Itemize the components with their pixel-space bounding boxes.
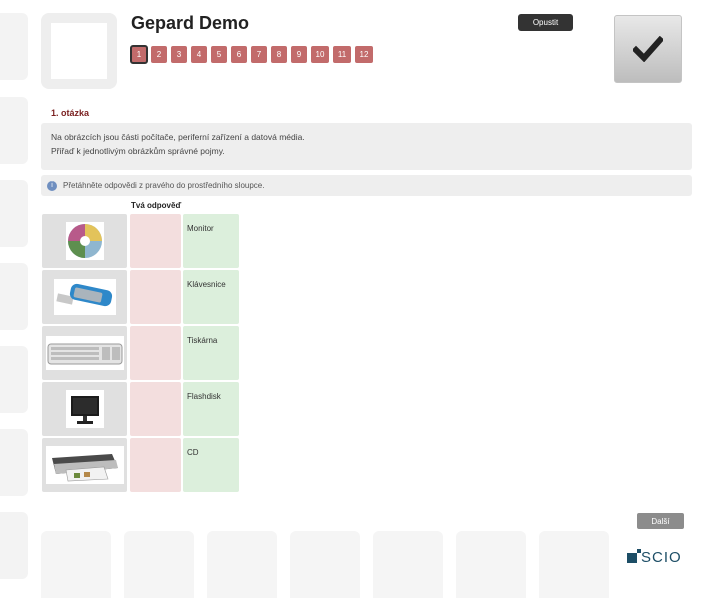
question-button-10[interactable]: 10: [311, 46, 329, 63]
answer-tile[interactable]: CD: [183, 438, 239, 492]
image-cell: [42, 382, 127, 436]
question-button-9[interactable]: 9: [291, 46, 307, 63]
question-button-8[interactable]: 8: [271, 46, 287, 63]
side-tile: [0, 97, 28, 164]
keyboard-image: [46, 336, 124, 370]
drop-zone[interactable]: [130, 270, 181, 324]
submit-check-button[interactable]: [614, 15, 682, 83]
cd-disc-image: [66, 222, 104, 260]
answer-tile[interactable]: Monitor: [183, 214, 239, 268]
question-text: Na obrázcích jsou části počítače, perife…: [41, 123, 692, 170]
question-button-7[interactable]: 7: [251, 46, 267, 63]
image-cell: [42, 326, 127, 380]
side-tile: [0, 263, 28, 330]
question-button-5[interactable]: 5: [211, 46, 227, 63]
drop-zone[interactable]: [130, 438, 181, 492]
brand-name: SCIO: [641, 549, 682, 566]
question-button-6[interactable]: 6: [231, 46, 247, 63]
drop-zone[interactable]: [130, 326, 181, 380]
flashdisk-image: [54, 279, 116, 315]
bottom-tile: [539, 531, 609, 598]
question-button-11[interactable]: 11: [333, 46, 351, 63]
bottom-tile: [124, 531, 194, 598]
drop-zone[interactable]: [130, 382, 181, 436]
image-cell: [42, 438, 127, 492]
question-text-line: Přiřaď k jednotlivým obrázkům správné po…: [51, 146, 225, 156]
side-tile: [0, 346, 28, 413]
bottom-tile: [456, 531, 526, 598]
image-cell: [42, 214, 127, 268]
scio-mark-icon: [627, 548, 641, 563]
answer-column-header: Tvá odpověď: [131, 201, 182, 210]
question-button-4[interactable]: 4: [191, 46, 207, 63]
answer-tile[interactable]: Flashdisk: [183, 382, 239, 436]
side-tile: [0, 13, 28, 80]
answer-tile[interactable]: Tiskárna: [183, 326, 239, 380]
hint-text: Přetáhněte odpovědi z pravého do prostře…: [63, 181, 265, 190]
printer-image: [46, 446, 124, 484]
question-button-3[interactable]: 3: [171, 46, 187, 63]
info-icon: i: [47, 180, 57, 191]
side-tile: [0, 429, 28, 496]
question-button-1[interactable]: 1: [130, 45, 148, 64]
checkmark-icon: [633, 36, 663, 62]
bottom-tile: [207, 531, 277, 598]
question-button-2[interactable]: 2: [151, 46, 167, 63]
side-tile: [0, 512, 28, 579]
scio-logo: SCIO: [627, 548, 682, 566]
question-button-12[interactable]: 12: [355, 46, 373, 63]
bottom-tile: [290, 531, 360, 598]
bottom-tile: [41, 531, 111, 598]
drop-zone[interactable]: [130, 214, 181, 268]
bottom-tile: [373, 531, 443, 598]
instruction-hint: i Přetáhněte odpovědi z pravého do prost…: [41, 175, 692, 196]
next-button[interactable]: Další: [637, 513, 684, 529]
page-title: Gepard Demo: [131, 13, 250, 33]
image-cell: [42, 270, 127, 324]
monitor-image: [66, 390, 104, 428]
question-navigation: 1 2 3 4 5 6 7 8 9 10 11 12: [130, 45, 373, 64]
question-heading: 1. otázka: [51, 108, 90, 118]
quit-button[interactable]: Opustit: [518, 14, 573, 31]
test-logo: [41, 13, 117, 89]
side-tile: [0, 180, 28, 247]
question-text-line: Na obrázcích jsou části počítače, perife…: [51, 132, 305, 142]
answer-tile[interactable]: Klávesnice: [183, 270, 239, 324]
